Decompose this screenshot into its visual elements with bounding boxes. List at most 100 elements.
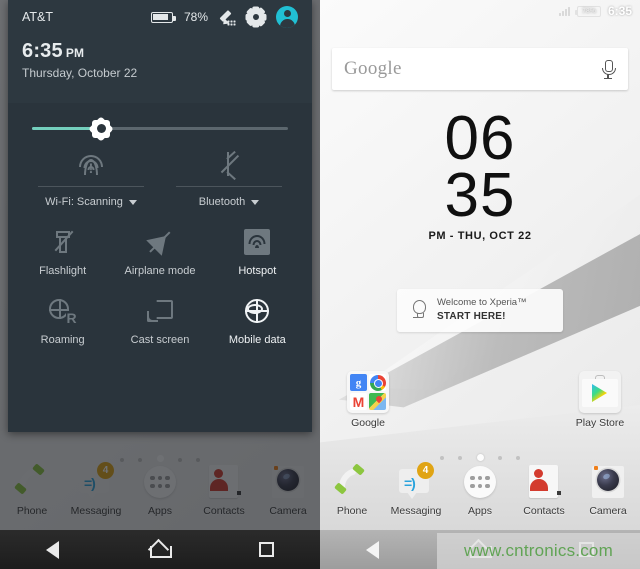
wifi-alert-icon: ! bbox=[78, 154, 104, 175]
page-dot[interactable] bbox=[516, 455, 521, 460]
app-drawer-icon bbox=[460, 462, 500, 502]
brightness-row bbox=[8, 103, 312, 142]
tile-divider bbox=[38, 186, 144, 187]
welcome-xperia-widget[interactable]: Welcome to Xperia™ START HERE! bbox=[397, 289, 563, 332]
messaging-badge: 4 bbox=[417, 462, 434, 479]
google-folder-icon: g M bbox=[347, 371, 389, 413]
chrome-icon bbox=[369, 374, 386, 391]
brightness-slider[interactable] bbox=[32, 115, 288, 142]
play-store-label: Play Store bbox=[575, 417, 625, 429]
tile-label-wifi: Wi-Fi: Scanning bbox=[45, 196, 123, 208]
airplane-off-icon bbox=[146, 228, 174, 256]
dock-label-phone: Phone bbox=[336, 505, 368, 517]
hotspot-icon bbox=[244, 229, 271, 255]
gmail-icon: M bbox=[350, 393, 367, 410]
dock-label-messaging: Messaging bbox=[390, 505, 442, 517]
home-screen-panel: 78% 6:35 Google 06 35 PM - THU, OCT 22 W… bbox=[320, 0, 640, 569]
dock-item-camera[interactable]: Camera bbox=[578, 462, 638, 517]
tile-bluetooth[interactable]: Bluetooth bbox=[160, 142, 298, 208]
search-input[interactable]: Google bbox=[344, 58, 600, 80]
recents-square-icon[interactable] bbox=[259, 542, 275, 557]
camera-lens-icon bbox=[588, 462, 628, 502]
home-status-bar: 78% 6:35 bbox=[320, 0, 640, 22]
left-navigation-bar bbox=[0, 530, 320, 569]
home-pentagon-icon[interactable] bbox=[149, 542, 172, 558]
home-dock: Phone =) 4 Messaging Apps Contacts Camer… bbox=[320, 462, 640, 517]
battery-icon: 78% bbox=[574, 5, 601, 17]
quick-settings-body: ! Wi-Fi: Scanning Bluetooth Flashlight A… bbox=[8, 103, 312, 432]
microphone-icon[interactable] bbox=[600, 59, 616, 79]
google-search-icon: g bbox=[350, 374, 367, 391]
google-search-bar[interactable]: Google bbox=[332, 48, 628, 90]
clock-date-subtitle: PM - THU, OCT 22 bbox=[428, 230, 532, 243]
lightbulb-icon bbox=[411, 299, 429, 322]
tile-label-cast: Cast screen bbox=[130, 334, 190, 346]
mobile-data-globe-icon bbox=[244, 298, 270, 324]
messaging-face: =) bbox=[404, 475, 416, 491]
welcome-line1: Welcome to Xperia™ bbox=[437, 297, 527, 309]
shade-ampm: PM bbox=[65, 46, 85, 60]
quick-settings-shade: AT&T 78% 6:35 PM Thursday, October 22 ! … bbox=[8, 0, 312, 432]
status-clock: 6:35 bbox=[607, 4, 632, 18]
shade-status-bar: AT&T 78% bbox=[8, 0, 312, 34]
quick-settings-grid: Flashlight Airplane mode Hotspot R Roami… bbox=[8, 208, 312, 346]
tile-hotspot[interactable]: Hotspot bbox=[209, 224, 306, 277]
bluetooth-off-icon bbox=[219, 150, 240, 180]
tile-label-airplane: Airplane mode bbox=[124, 265, 196, 277]
tile-label-bluetooth: Bluetooth bbox=[198, 196, 246, 208]
back-triangle-icon[interactable] bbox=[365, 540, 379, 559]
flashlight-off-icon bbox=[53, 228, 74, 256]
play-store-icon bbox=[579, 371, 621, 413]
tile-label-hotspot: Hotspot bbox=[238, 265, 277, 277]
battery-percent-label: 78% bbox=[581, 7, 596, 15]
dock-item-phone[interactable]: Phone bbox=[322, 462, 382, 517]
dock-label-contacts: Contacts bbox=[523, 505, 565, 517]
maps-icon bbox=[369, 393, 386, 410]
tile-mobile-data[interactable]: Mobile data bbox=[209, 293, 306, 346]
messaging-bubble-icon: =) 4 bbox=[396, 462, 436, 502]
tile-divider bbox=[176, 186, 282, 187]
phone-handset-icon bbox=[332, 462, 372, 502]
page-dot[interactable] bbox=[439, 455, 444, 460]
tile-airplane-mode[interactable]: Airplane mode bbox=[111, 224, 208, 277]
dock-item-messaging[interactable]: =) 4 Messaging bbox=[386, 462, 446, 517]
tile-wifi[interactable]: ! Wi-Fi: Scanning bbox=[22, 142, 160, 208]
dock-label-camera: Camera bbox=[589, 505, 627, 517]
cast-screen-icon bbox=[146, 300, 173, 322]
dock-label-apps: Apps bbox=[468, 505, 492, 517]
tile-roaming[interactable]: R Roaming bbox=[14, 293, 111, 346]
chevron-down-icon[interactable] bbox=[251, 199, 260, 205]
play-store-app[interactable]: Play Store bbox=[569, 371, 631, 429]
clock-widget[interactable]: 06 35 PM - THU, OCT 22 bbox=[320, 104, 640, 243]
dock-item-apps[interactable]: Apps bbox=[450, 462, 510, 517]
tile-label-flashlight: Flashlight bbox=[39, 265, 87, 277]
page-dot[interactable] bbox=[497, 455, 502, 460]
chevron-down-icon[interactable] bbox=[128, 199, 137, 205]
shade-time: 6:35 PM bbox=[22, 40, 85, 62]
tile-label-roaming: Roaming bbox=[40, 334, 85, 346]
shade-date: Thursday, October 22 bbox=[22, 66, 138, 80]
user-avatar-icon[interactable] bbox=[276, 6, 298, 28]
back-triangle-icon[interactable] bbox=[45, 540, 59, 559]
brightness-sun-knob[interactable] bbox=[88, 115, 114, 142]
signal-bars-icon bbox=[558, 6, 570, 16]
tile-label-mobile-data: Mobile data bbox=[228, 334, 286, 346]
shade-clock-block: 6:35 PM Thursday, October 22 bbox=[8, 34, 312, 80]
notification-shade-panel: Phone =) 4 Messaging Apps bbox=[0, 0, 320, 569]
dock-item-contacts[interactable]: Contacts bbox=[514, 462, 574, 517]
gear-icon[interactable] bbox=[245, 6, 267, 28]
page-dot-active[interactable] bbox=[476, 454, 484, 462]
battery-icon bbox=[150, 11, 176, 23]
clock-hours: 06 bbox=[444, 104, 516, 173]
google-folder[interactable]: g M Google bbox=[337, 371, 399, 429]
google-folder-label: Google bbox=[351, 417, 385, 429]
carrier-label: AT&T bbox=[22, 10, 54, 24]
tile-flashlight[interactable]: Flashlight bbox=[14, 224, 111, 277]
page-dot[interactable] bbox=[458, 455, 463, 460]
clock-minutes: 35 bbox=[444, 161, 516, 231]
battery-percent-label: 78% bbox=[183, 10, 208, 24]
tile-cast-screen[interactable]: Cast screen bbox=[111, 293, 208, 346]
roaming-globe-icon: R bbox=[48, 298, 77, 325]
contacts-person-icon bbox=[524, 462, 564, 502]
edit-pencil-icon[interactable] bbox=[219, 9, 236, 27]
